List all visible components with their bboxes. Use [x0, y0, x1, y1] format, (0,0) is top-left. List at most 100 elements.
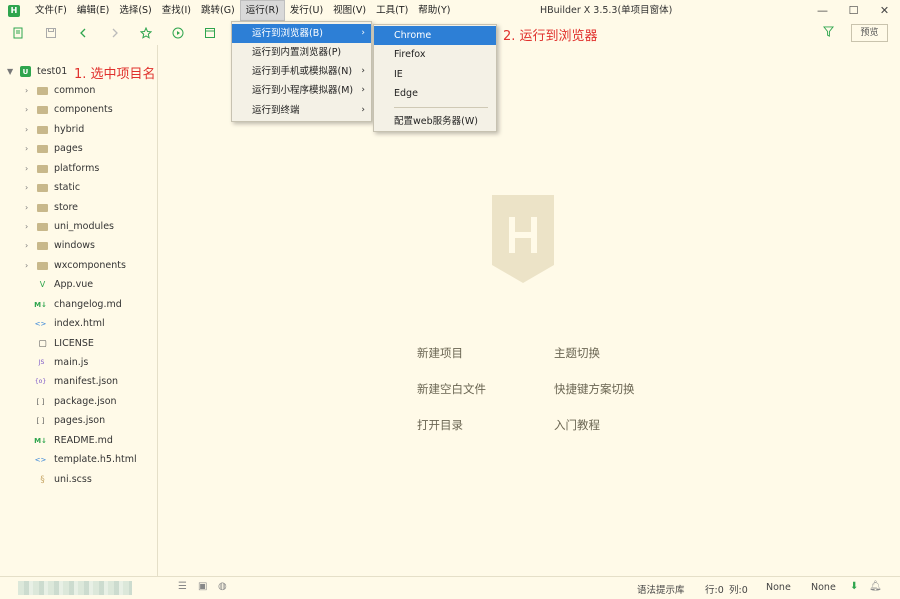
- json-file-icon: [ ]: [36, 397, 45, 406]
- project-icon: U: [20, 66, 31, 77]
- chevron-right-icon[interactable]: ›: [25, 241, 28, 250]
- row-indicator: 行:0: [705, 585, 724, 596]
- tree-file[interactable]: <> index.html: [0, 314, 157, 333]
- menu-help[interactable]: 帮助(Y): [413, 0, 455, 21]
- menu-separator: [394, 107, 488, 108]
- tree-label: template.h5.html: [54, 454, 137, 465]
- tree-file[interactable]: [ ] pages.json: [0, 411, 157, 430]
- run-to-terminal-item[interactable]: 运行到终端 ›: [232, 101, 371, 120]
- chevron-right-icon: ›: [361, 66, 365, 76]
- filter-icon[interactable]: [822, 26, 835, 38]
- run-icon[interactable]: [171, 26, 185, 40]
- menu-select[interactable]: 选择(S): [114, 0, 156, 21]
- project-explorer: ▼ U test01 › common › components › hybrid ›…: [0, 45, 158, 576]
- language-status[interactable]: None: [811, 582, 836, 593]
- tree-folder[interactable]: › wxcomponents: [0, 256, 157, 275]
- tree-folder[interactable]: › common: [0, 81, 157, 100]
- chevron-right-icon[interactable]: ›: [25, 203, 28, 212]
- menu-publish[interactable]: 发行(U): [285, 0, 328, 21]
- globe-icon[interactable]: ◍: [218, 581, 227, 592]
- browser-edge-item[interactable]: Edge: [374, 84, 496, 103]
- folder-icon: [37, 163, 48, 174]
- menu-find[interactable]: 查找(I): [157, 0, 196, 21]
- chevron-down-icon[interactable]: ▼: [7, 67, 13, 76]
- tree-label: main.js: [54, 357, 89, 368]
- maximize-icon[interactable]: ☐: [838, 0, 869, 21]
- run-to-browser-item[interactable]: 运行到浏览器(B) ›: [232, 24, 371, 43]
- outline-icon[interactable]: ☰: [178, 581, 187, 592]
- chevron-right-icon[interactable]: ›: [25, 105, 28, 114]
- close-icon[interactable]: ✕: [869, 0, 900, 21]
- tree-folder[interactable]: › static: [0, 178, 157, 197]
- configure-web-server-item[interactable]: 配置web服务器(W): [374, 112, 496, 131]
- tree-file[interactable]: <> template.h5.html: [0, 450, 157, 469]
- minimize-icon[interactable]: —: [807, 0, 838, 21]
- preview-button[interactable]: 预览: [851, 24, 888, 42]
- user-account-blurred[interactable]: [18, 581, 132, 595]
- new-project-link[interactable]: 新建项目: [417, 345, 463, 361]
- tree-folder[interactable]: › pages: [0, 139, 157, 158]
- tree-label: static: [54, 182, 81, 193]
- run-to-builtin-browser-item[interactable]: 运行到内置浏览器(P): [232, 43, 371, 62]
- run-to-miniprogram-item[interactable]: 运行到小程序模拟器(M) ›: [232, 81, 371, 100]
- browser-preview-icon[interactable]: [203, 26, 217, 40]
- folder-icon: [37, 240, 48, 251]
- tree-folder[interactable]: › components: [0, 100, 157, 119]
- chevron-right-icon[interactable]: ›: [25, 86, 28, 95]
- chevron-right-icon[interactable]: ›: [25, 125, 28, 134]
- theme-switch-link[interactable]: 主题切换: [554, 345, 600, 361]
- favorite-icon[interactable]: [139, 26, 153, 40]
- open-folder-link[interactable]: 打开目录: [417, 417, 463, 433]
- manifest-file-icon: {o}: [34, 378, 47, 385]
- browser-chrome-item[interactable]: Chrome: [374, 26, 496, 45]
- run-to-phone-item[interactable]: 运行到手机或模拟器(N) ›: [232, 62, 371, 81]
- tree-label: hybrid: [54, 124, 85, 135]
- syntax-library-status[interactable]: 语法提示库: [637, 582, 685, 596]
- tree-file[interactable]: § uni.scss: [0, 470, 157, 489]
- tree-folder[interactable]: › platforms: [0, 159, 157, 178]
- tree-file[interactable]: ▢ LICENSE: [0, 334, 157, 353]
- tree-folder[interactable]: › uni_modules: [0, 217, 157, 236]
- tree-folder[interactable]: › store: [0, 198, 157, 217]
- forward-icon[interactable]: [108, 26, 122, 40]
- menu-run[interactable]: 运行(R): [239, 0, 285, 21]
- chevron-right-icon[interactable]: ›: [25, 222, 28, 231]
- console-icon[interactable]: ▣: [198, 581, 207, 592]
- json-file-icon: [ ]: [36, 416, 45, 425]
- menu-file[interactable]: 文件(F): [30, 0, 72, 21]
- keymap-switch-link[interactable]: 快捷键方案切换: [554, 381, 635, 397]
- tree-file[interactable]: JS main.js: [0, 353, 157, 372]
- browser-ie-item[interactable]: IE: [374, 65, 496, 84]
- bell-icon[interactable]: 🔔︎: [869, 581, 882, 592]
- new-file-icon[interactable]: [11, 26, 25, 40]
- chevron-right-icon[interactable]: ›: [25, 261, 28, 270]
- tree-file[interactable]: V App.vue: [0, 275, 157, 294]
- hbuilder-logo: [492, 195, 554, 283]
- menu-view[interactable]: 视图(V): [328, 0, 371, 21]
- browser-firefox-item[interactable]: Firefox: [374, 45, 496, 64]
- tree-file[interactable]: M↓ README.md: [0, 431, 157, 450]
- tutorial-link[interactable]: 入门教程: [554, 417, 600, 433]
- back-icon[interactable]: [76, 26, 90, 40]
- encoding-status[interactable]: None: [766, 582, 791, 593]
- tree-file[interactable]: [ ] package.json: [0, 392, 157, 411]
- tree-label: pages: [54, 143, 83, 154]
- menu-edit[interactable]: 编辑(E): [72, 0, 114, 21]
- menu-goto[interactable]: 跳转(G): [196, 0, 240, 21]
- chevron-right-icon[interactable]: ›: [25, 164, 28, 173]
- save-icon[interactable]: [44, 26, 58, 40]
- download-icon[interactable]: ⬇: [850, 581, 858, 592]
- tree-file[interactable]: {o} manifest.json: [0, 372, 157, 391]
- tree-folder[interactable]: › windows: [0, 236, 157, 255]
- new-blank-file-link[interactable]: 新建空白文件: [417, 381, 486, 397]
- tree-label: wxcomponents: [54, 260, 126, 271]
- menu-tools[interactable]: 工具(T): [371, 0, 413, 21]
- chevron-right-icon[interactable]: ›: [25, 183, 28, 192]
- markdown-file-icon: M↓: [34, 300, 47, 309]
- app-logo: H: [8, 4, 20, 17]
- tree-file[interactable]: M↓ changelog.md: [0, 295, 157, 314]
- tree-label: App.vue: [54, 279, 94, 290]
- tree-folder[interactable]: › hybrid: [0, 120, 157, 139]
- tree-label: package.json: [54, 396, 117, 407]
- chevron-right-icon[interactable]: ›: [25, 144, 28, 153]
